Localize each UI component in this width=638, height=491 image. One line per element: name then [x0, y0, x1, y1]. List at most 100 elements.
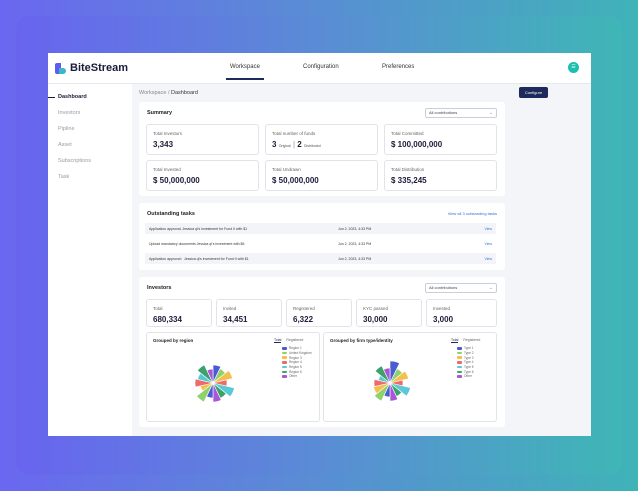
stat-label: Total Undrawn: [272, 167, 301, 172]
legend-label: Type 5: [464, 365, 474, 370]
task-date: Jun 2, 2023, 4:33 PM: [338, 257, 372, 261]
sidebar-item-investors[interactable]: Investors: [58, 110, 80, 116]
funds-original-label: Original: [278, 144, 291, 148]
stat-label: Total Invested: [153, 167, 181, 172]
legend-label: Other: [464, 374, 472, 379]
legend-swatch: [282, 365, 287, 369]
summary-filter-value: All contributions: [429, 110, 458, 115]
stat-value: $ 100,000,000: [391, 140, 443, 149]
user-avatar-icon[interactable]: ☰: [568, 62, 579, 73]
legend-label: Type 1: [464, 346, 474, 351]
sidebar-item-asset[interactable]: Asset: [58, 142, 72, 148]
task-text: Upload mandatory documents Jessica ql's …: [149, 242, 245, 246]
main-content: Workspace / Dashboard Configure Summary …: [132, 84, 591, 436]
stat-total-undrawn: Total Undrawn $ 50,000,000: [265, 160, 378, 191]
task-view-link[interactable]: View: [484, 242, 492, 246]
funds-distributed-label: Distributed: [303, 144, 321, 148]
legend-label: Region 4: [289, 360, 302, 365]
legend-swatch: [282, 361, 287, 364]
legend-label: Region 3: [289, 355, 302, 360]
legend-swatch: [457, 375, 462, 378]
stat-investors-invested: Invested 3,000: [426, 299, 497, 327]
legend-swatch: [457, 347, 462, 350]
legend-item[interactable]: Other: [457, 374, 474, 379]
stat-value: 680,334: [153, 315, 182, 324]
configure-button[interactable]: Configure: [519, 87, 548, 98]
legend-label: Type 2: [464, 351, 474, 356]
task-date: Jun 2, 2023, 4:33 PM: [338, 227, 372, 231]
task-view-link[interactable]: View: [484, 227, 492, 231]
legend-swatch: [282, 356, 287, 359]
nav-configuration[interactable]: Configuration: [303, 64, 339, 70]
funds-distributed-count: 2: [297, 140, 302, 149]
legend-swatch: [457, 370, 462, 374]
stat-label: Total: [153, 306, 163, 311]
stat-investors-registered: Registered 6,322: [286, 299, 352, 327]
logo[interactable]: BiteStream: [55, 62, 128, 74]
legend-label: Region 1: [289, 346, 302, 351]
legend-swatch: [282, 351, 287, 355]
summary-filter-select[interactable]: All contributions ⌄: [425, 108, 497, 118]
stat-label: Invested: [433, 306, 451, 311]
sidebar-item-pipline[interactable]: Pipline: [58, 126, 75, 132]
chevron-down-icon: ⌄: [488, 110, 493, 116]
legend-item[interactable]: Other: [282, 374, 312, 379]
stat-label: Invited: [223, 306, 237, 311]
legend-swatch: [457, 356, 462, 359]
stat-total-funds: Total number of funds 3 Original | 2 Dis…: [265, 124, 378, 155]
nav-preferences[interactable]: Preferences: [382, 64, 414, 70]
summary-card: Summary All contributions ⌄ Total Invest…: [139, 102, 505, 196]
task-row: Upload mandatory documents Jessica ql's …: [145, 238, 496, 249]
sidebar-item-task[interactable]: Task: [58, 174, 69, 180]
legend-swatch: [457, 351, 462, 355]
summary-title: Summary: [147, 110, 173, 116]
legend-swatch: [457, 365, 462, 369]
investors-filter-select[interactable]: All contributions ⌄: [425, 283, 497, 293]
legend-label: Other: [289, 374, 297, 379]
legend-label: Region 6: [289, 369, 302, 374]
chevron-down-icon: ⌄: [488, 285, 493, 291]
legend-swatch: [282, 370, 287, 374]
task-view-link[interactable]: View: [484, 257, 492, 261]
stat-total-investors: Total Investors 3,343: [146, 124, 259, 155]
funds-original-count: 3: [272, 140, 277, 149]
stat-total-distribution: Total Distribution $ 335,245: [384, 160, 497, 191]
view-all-tasks-link[interactable]: View all 3 outstanding tasks: [448, 211, 497, 216]
legend-swatch: [282, 347, 287, 350]
sidebar-item-subscriptions[interactable]: Subscriptions: [58, 158, 91, 164]
breadcrumb-root[interactable]: Workspace: [139, 90, 166, 96]
breadcrumb-current: Dashboard: [171, 90, 198, 96]
app-window: BiteStream Workspace Configuration Prefe…: [48, 53, 591, 436]
task-text: Application approval, Jessica ql's inves…: [149, 227, 248, 231]
stat-label: KYC passed: [363, 306, 389, 311]
breadcrumb-separator: /: [167, 90, 170, 96]
investors-card: Investors All contributions ⌄ Total 680,…: [139, 277, 505, 427]
stat-value: $ 50,000,000: [153, 176, 200, 185]
stat-value: $ 335,245: [391, 176, 427, 185]
legend-label: Type 4: [464, 360, 474, 365]
stat-investors-kyc: KYC passed 30,000: [356, 299, 422, 327]
stat-investors-total: Total 680,334: [146, 299, 212, 327]
legend-swatch: [282, 375, 287, 378]
logo-icon: [55, 62, 66, 74]
stat-value: 3,343: [153, 140, 174, 149]
stat-label: Total Distribution: [391, 167, 425, 172]
stat-label: Total number of funds: [272, 131, 316, 136]
task-date: Jun 2, 2023, 4:33 PM: [338, 242, 372, 246]
legend-label: Type 6: [464, 369, 474, 374]
nav-workspace[interactable]: Workspace: [226, 64, 264, 80]
legend-swatch: [457, 361, 462, 364]
task-row: Application approval, Jessica ql's inves…: [145, 223, 496, 234]
stat-total-invested: Total Invested $ 50,000,000: [146, 160, 259, 191]
breadcrumb: Workspace / Dashboard: [139, 90, 198, 96]
brand-name: BiteStream: [70, 62, 129, 74]
tasks-title: Outstanding tasks: [147, 211, 195, 217]
stat-label: Registered: [293, 306, 315, 311]
legend-label: Type 3: [464, 355, 474, 360]
tasks-card: Outstanding tasks View all 3 outstanding…: [139, 203, 505, 270]
sidebar-item-dashboard[interactable]: Dashboard: [48, 94, 87, 100]
stat-value: 34,451: [223, 315, 248, 324]
stat-label: Total Committed: [391, 131, 424, 136]
sidebar: Dashboard Investors Pipline Asset Subscr…: [48, 84, 132, 436]
task-text: Application approval：Jessica ql's invest…: [149, 257, 249, 261]
